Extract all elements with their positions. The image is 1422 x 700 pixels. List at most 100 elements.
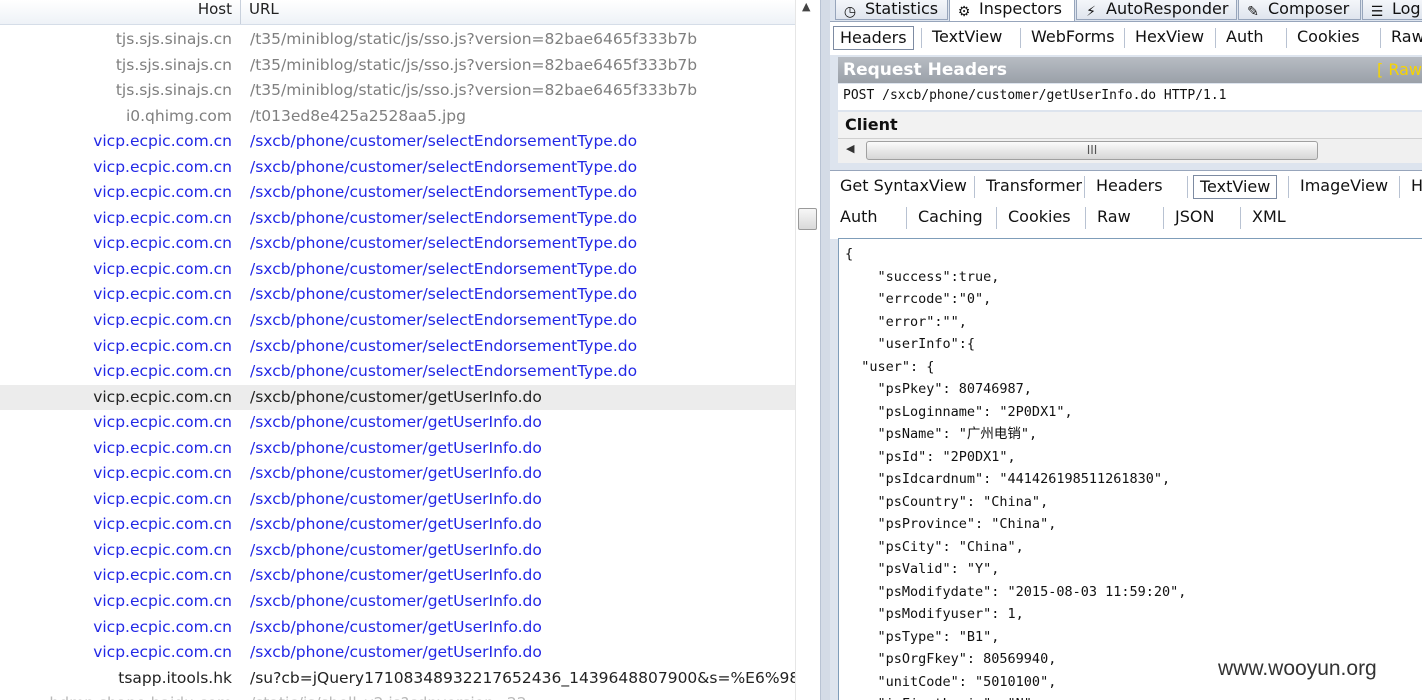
response-tab-caching[interactable]: Caching: [912, 206, 989, 230]
session-url: /sxcb/phone/customer/selectEndorsementTy…: [250, 183, 638, 202]
request-tab-hexview[interactable]: HexView: [1129, 26, 1210, 50]
stopwatch-icon: ◷: [843, 4, 857, 20]
session-row[interactable]: vicp.ecpic.com.cn/sxcb/phone/customer/ge…: [0, 615, 795, 641]
session-row[interactable]: vicp.ecpic.com.cn/sxcb/phone/customer/se…: [0, 129, 795, 155]
response-tab-auth[interactable]: Auth: [834, 206, 884, 230]
session-host: vicp.ecpic.com.cn: [93, 259, 232, 278]
scroll-up-arrow-icon[interactable]: ▲: [802, 0, 810, 13]
session-row[interactable]: hdmp.shape.baidu.com/static/js/shell_v2.…: [0, 691, 795, 700]
session-row[interactable]: tsapp.itools.hk/su?cb=jQuery171083489322…: [0, 666, 795, 692]
response-tab-textview[interactable]: TextView: [1193, 175, 1278, 199]
tab-divider: [1124, 28, 1125, 48]
tab-inspectors[interactable]: ⚙ Inspectors: [949, 0, 1075, 22]
tab-divider: [996, 207, 997, 229]
response-line: "psName": "广州电销",: [845, 426, 1038, 442]
request-horizontal-scrollbar[interactable]: ◀ III: [838, 138, 1422, 163]
session-row[interactable]: tjs.sjs.sinajs.cn/t35/miniblog/static/js…: [0, 78, 795, 104]
session-row[interactable]: vicp.ecpic.com.cn/sxcb/phone/customer/ge…: [0, 538, 795, 564]
session-row[interactable]: vicp.ecpic.com.cn/sxcb/phone/customer/ge…: [0, 640, 795, 666]
session-row[interactable]: vicp.ecpic.com.cn/sxcb/phone/customer/se…: [0, 180, 795, 206]
response-line: "isFirstLogin": "N",: [845, 693, 1186, 700]
session-row[interactable]: tjs.sjs.sinajs.cn/t35/miniblog/static/js…: [0, 27, 795, 53]
session-list-header: Host URL: [0, 0, 795, 25]
tab-label: Composer: [1268, 0, 1350, 18]
session-row[interactable]: vicp.ecpic.com.cn/sxcb/phone/customer/ge…: [0, 487, 795, 513]
response-tab-headers[interactable]: Headers: [1090, 175, 1169, 199]
response-tab-json[interactable]: JSON: [1169, 206, 1220, 230]
session-url: /sxcb/phone/customer/getUserInfo.do: [250, 643, 542, 662]
response-tab-transformer[interactable]: Transformer: [980, 175, 1088, 199]
session-row[interactable]: vicp.ecpic.com.cn/sxcb/phone/customer/se…: [0, 308, 795, 334]
client-section-label[interactable]: Client: [838, 112, 1422, 138]
column-divider[interactable]: [240, 0, 241, 24]
tab-divider: [1380, 28, 1381, 48]
tab-divider: [1399, 176, 1400, 198]
request-tab-raw[interactable]: Raw: [1385, 26, 1422, 50]
tab-divider: [974, 176, 975, 198]
session-row[interactable]: i0.qhimg.com/t013ed8e425a2528aa5.jpg: [0, 104, 795, 130]
session-url: /sxcb/phone/customer/selectEndorsementTy…: [250, 234, 638, 253]
session-url: /t35/miniblog/static/js/sso.js?version=8…: [250, 81, 698, 100]
tab-composer[interactable]: ✎ Composer: [1238, 0, 1361, 20]
request-tab-webforms[interactable]: WebForms: [1025, 26, 1121, 50]
tab-divider: [1215, 28, 1216, 48]
session-row[interactable]: vicp.ecpic.com.cn/sxcb/phone/customer/se…: [0, 155, 795, 181]
request-tab-headers[interactable]: Headers: [833, 26, 914, 50]
tab-statistics[interactable]: ◷ Statistics: [835, 0, 948, 20]
horizontal-scrollbar-thumb[interactable]: III: [866, 141, 1318, 160]
main-tabs: ◷ Statistics ⚙ Inspectors ⚡ AutoResponder ✎ Com…: [830, 0, 1422, 22]
session-host: vicp.ecpic.com.cn: [93, 438, 232, 457]
session-row[interactable]: vicp.ecpic.com.cn/sxcb/phone/customer/se…: [0, 359, 795, 385]
session-row[interactable]: tjs.sjs.sinajs.cn/t35/miniblog/static/js…: [0, 53, 795, 79]
session-host: vicp.ecpic.com.cn: [93, 540, 232, 559]
session-row[interactable]: vicp.ecpic.com.cn/sxcb/phone/customer/se…: [0, 231, 795, 257]
session-row[interactable]: vicp.ecpic.com.cn/sxcb/phone/customer/ge…: [0, 461, 795, 487]
column-header-url[interactable]: URL: [249, 0, 279, 24]
response-tab-raw[interactable]: Raw: [1091, 206, 1137, 230]
session-row[interactable]: vicp.ecpic.com.cn/sxcb/phone/customer/ge…: [0, 563, 795, 589]
raw-link[interactable]: [ Raw: [1377, 57, 1422, 83]
request-tab-textview[interactable]: TextView: [926, 26, 1008, 50]
response-tab-imageview[interactable]: ImageView: [1294, 175, 1394, 199]
response-tab-h[interactable]: H: [1405, 175, 1422, 199]
session-host: vicp.ecpic.com.cn: [93, 643, 232, 662]
response-line: "unitCode": "5010100",: [845, 673, 1057, 690]
request-tab-auth[interactable]: Auth: [1220, 26, 1270, 50]
scroll-left-arrow-icon[interactable]: ◀: [846, 142, 854, 155]
request-tab-cookies[interactable]: Cookies: [1291, 26, 1366, 50]
tab-divider: [1085, 207, 1086, 229]
tab-autoresponder[interactable]: ⚡ AutoResponder: [1076, 0, 1237, 20]
session-row[interactable]: vicp.ecpic.com.cn/sxcb/phone/customer/ge…: [0, 436, 795, 462]
request-inspector-tabs: Headers TextView WebForms HexView Auth Cookie…: [830, 21, 1422, 55]
session-row[interactable]: vicp.ecpic.com.cn/sxcb/phone/customer/ge…: [0, 384, 795, 411]
session-row[interactable]: vicp.ecpic.com.cn/sxcb/phone/customer/ge…: [0, 512, 795, 538]
session-url: /sxcb/phone/customer/getUserInfo.do: [250, 464, 542, 483]
tab-divider: [1084, 176, 1085, 198]
request-headers-title: Request Headers [ Raw: [838, 57, 1422, 83]
session-row[interactable]: vicp.ecpic.com.cn/sxcb/phone/customer/ge…: [0, 589, 795, 615]
session-row[interactable]: vicp.ecpic.com.cn/sxcb/phone/customer/ge…: [0, 410, 795, 436]
session-url: /su?cb=jQuery17108348932217652436_143964…: [250, 668, 795, 687]
session-row[interactable]: vicp.ecpic.com.cn/sxcb/phone/customer/se…: [0, 334, 795, 360]
session-host: vicp.ecpic.com.cn: [93, 234, 232, 253]
session-row[interactable]: vicp.ecpic.com.cn/sxcb/phone/customer/se…: [0, 282, 795, 308]
session-row[interactable]: vicp.ecpic.com.cn/sxcb/phone/customer/se…: [0, 206, 795, 232]
response-tab-cookies[interactable]: Cookies: [1002, 206, 1077, 230]
response-tab-xml[interactable]: XML: [1246, 206, 1292, 230]
session-list-scrollbar[interactable]: ▲: [795, 0, 821, 700]
session-host: vicp.ecpic.com.cn: [93, 208, 232, 227]
tab-divider: [906, 207, 907, 229]
response-textview[interactable]: { "success":true, "errcode":"0", "error"…: [838, 238, 1422, 700]
response-line: "psLoginname": "2P0DX1",: [845, 403, 1073, 420]
session-host: vicp.ecpic.com.cn: [93, 285, 232, 304]
scrollbar-thumb[interactable]: [798, 208, 817, 230]
column-header-host[interactable]: Host: [0, 0, 238, 24]
request-headers-label: Request Headers: [843, 60, 1008, 80]
session-url: /sxcb/phone/customer/selectEndorsementTy…: [250, 132, 638, 151]
response-tab-get-syntaxview[interactable]: Get SyntaxView: [834, 175, 973, 199]
session-row[interactable]: vicp.ecpic.com.cn/sxcb/phone/customer/se…: [0, 257, 795, 283]
session-list[interactable]: Host URL tjs.sjs.sinajs.cn/t35/miniblog/…: [0, 0, 795, 700]
tab-divider: [921, 28, 922, 48]
tab-log[interactable]: ☰ Log: [1362, 0, 1422, 20]
session-url: /sxcb/phone/customer/getUserInfo.do: [250, 592, 542, 611]
